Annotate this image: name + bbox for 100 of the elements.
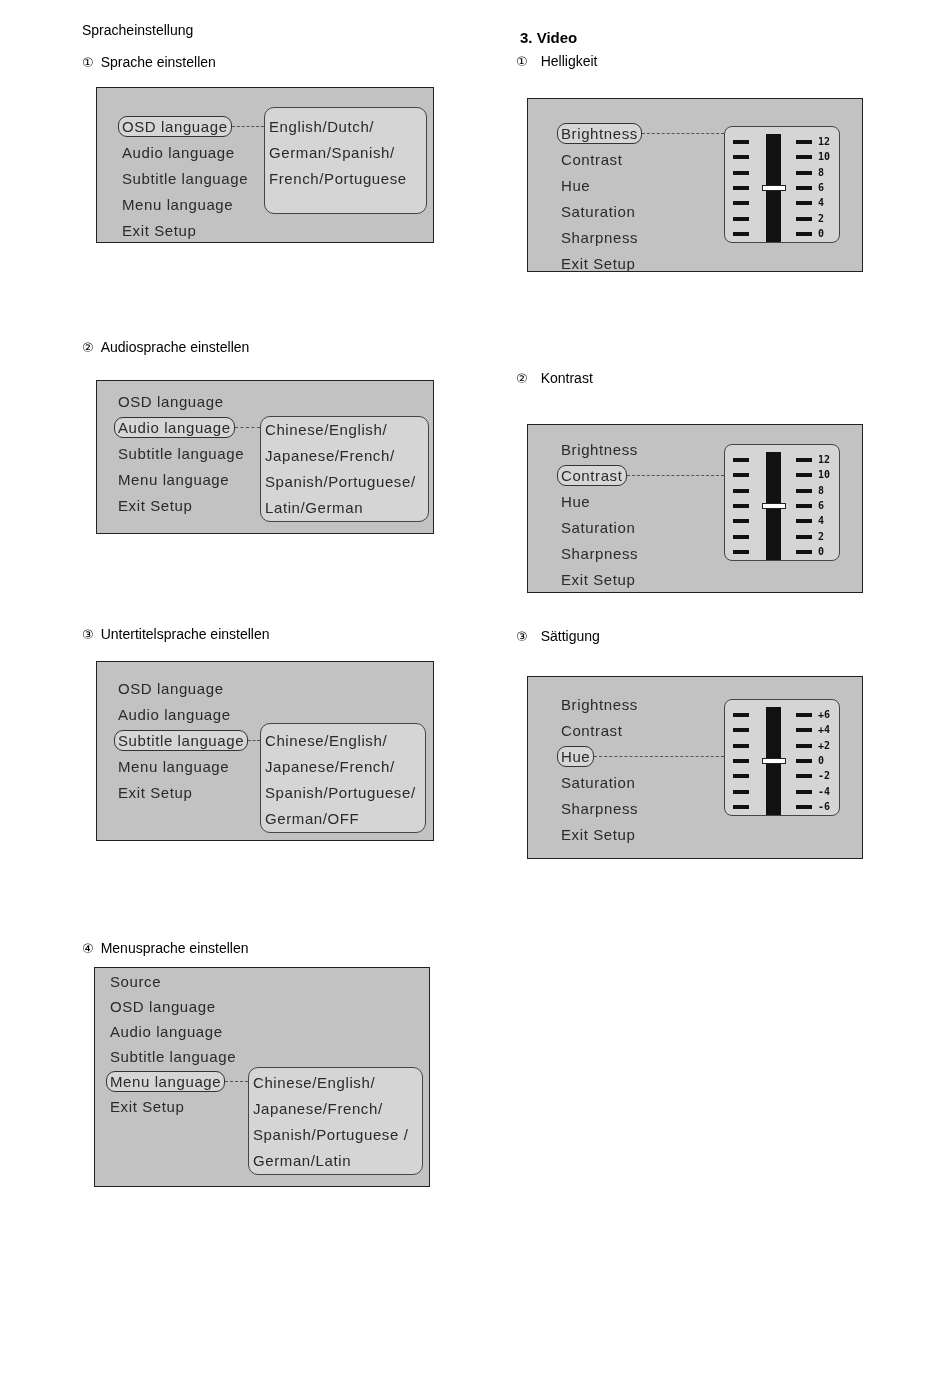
tick-mark [733, 774, 749, 779]
menu-item[interactable]: OSD language [118, 115, 232, 137]
scale-label: 2 [818, 531, 825, 542]
tick-mark [796, 728, 812, 733]
menu-item[interactable]: Contrast [557, 719, 627, 741]
tick-mark [733, 201, 749, 206]
menu-item[interactable]: OSD language [106, 996, 220, 1017]
step-title: Sprache einstellen [100, 53, 216, 72]
scale-label: 0 [818, 229, 825, 240]
section-heading: 3. Video [520, 28, 578, 48]
slider-thumb[interactable] [762, 185, 786, 192]
option-text: Latin/German [265, 498, 364, 518]
option-text: Chinese/English/ [265, 731, 388, 751]
menu-item[interactable]: Menu language [118, 193, 238, 215]
menu-item[interactable]: Audio language [114, 703, 235, 725]
menu-item[interactable]: OSD language [114, 677, 228, 699]
tick-mark [733, 550, 749, 555]
scale-label: 8 [818, 167, 825, 178]
scale-label: -6 [818, 802, 831, 813]
scale-label: -4 [818, 786, 831, 797]
menu-item[interactable]: Saturation [557, 516, 640, 538]
menu-item[interactable]: OSD language [114, 390, 228, 412]
tick-mark [796, 519, 812, 524]
option-text: Chinese/English/ [265, 420, 388, 440]
menu-item[interactable]: Audio language [114, 416, 235, 438]
menu-item[interactable]: Exit Setup [114, 494, 197, 516]
menu-item[interactable]: Brightness [557, 122, 642, 144]
tick-mark [733, 457, 749, 462]
menu-item[interactable]: Contrast [557, 464, 627, 486]
slider-thumb[interactable] [762, 758, 786, 765]
scale-label: +2 [818, 740, 831, 751]
tick-mark [796, 758, 812, 763]
menu-item[interactable]: Subtitle language [114, 442, 249, 464]
slider-thumb[interactable] [762, 503, 786, 510]
menu-item[interactable]: Saturation [557, 771, 640, 793]
tick-mark [733, 155, 749, 160]
step-title: Sättigung [540, 627, 600, 646]
scale-label: 12 [818, 454, 831, 465]
tick-mark [796, 712, 812, 717]
step-title: Untertitelsprache einstellen [100, 625, 270, 644]
tick-mark [796, 457, 812, 462]
tick-mark [796, 170, 812, 175]
scale-label: 10 [818, 470, 831, 481]
menu-item[interactable]: Subtitle language [106, 1046, 241, 1067]
menu-item[interactable]: Contrast [557, 148, 627, 170]
menu-item[interactable]: Exit Setup [118, 219, 201, 241]
tick-mark [733, 232, 749, 237]
menu-item[interactable]: Exit Setup [557, 568, 640, 590]
tick-mark [733, 139, 749, 144]
option-text: Japanese/French/ [265, 446, 395, 466]
menu-item[interactable]: Menu language [106, 1071, 226, 1092]
menu-item[interactable]: Saturation [557, 200, 640, 222]
menu-item[interactable]: Brightness [557, 438, 642, 460]
menu-item[interactable]: Menu language [114, 755, 234, 777]
scale-label: 10 [818, 152, 831, 163]
menu-item[interactable]: Subtitle language [118, 167, 253, 189]
section-heading: Spracheinstellung [82, 21, 194, 40]
tick-mark [733, 519, 749, 524]
circled-number: ① [516, 54, 528, 68]
tick-mark [733, 185, 749, 190]
menu-item[interactable]: Hue [557, 174, 595, 196]
tick-mark [796, 805, 812, 810]
menu-item[interactable]: Exit Setup [557, 823, 640, 845]
menu-item[interactable]: Sharpness [557, 542, 643, 564]
tick-mark [733, 758, 749, 763]
menu-item[interactable]: Menu language [114, 468, 234, 490]
option-text: German/Latin [253, 1151, 352, 1171]
tick-mark [796, 550, 812, 555]
menu-item[interactable]: Source [106, 971, 166, 992]
menu-item[interactable]: Exit Setup [106, 1096, 189, 1117]
tick-mark [796, 534, 812, 539]
step-title: Audiosprache einstellen [100, 338, 250, 357]
menu-item[interactable]: Hue [557, 745, 595, 767]
menu-item[interactable]: Brightness [557, 693, 642, 715]
tick-mark [796, 216, 812, 221]
tick-mark [796, 488, 812, 493]
tick-mark [733, 534, 749, 539]
tick-mark [733, 728, 749, 733]
circled-number: ④ [82, 941, 94, 955]
scale-label: 0 [818, 547, 825, 558]
menu-item[interactable]: Audio language [106, 1021, 227, 1042]
circled-number: ② [516, 371, 528, 385]
menu-item[interactable]: Audio language [118, 141, 239, 163]
option-text: Spanish/Portuguese/ [265, 783, 416, 803]
menu-item[interactable]: Sharpness [557, 797, 643, 819]
circled-number: ② [82, 340, 94, 354]
menu-item[interactable]: Exit Setup [557, 252, 640, 274]
option-text: Japanese/French/ [265, 757, 395, 777]
option-text: Spanish/Portuguese/ [265, 472, 416, 492]
tick-mark [733, 170, 749, 175]
menu-item[interactable]: Subtitle language [114, 729, 249, 751]
option-text: English/Dutch/ [269, 117, 375, 137]
menu-item[interactable]: Exit Setup [114, 781, 197, 803]
menu-item[interactable]: Sharpness [557, 226, 643, 248]
scale-label: -2 [818, 771, 831, 782]
tick-mark [733, 503, 749, 508]
menu-item[interactable]: Hue [557, 490, 595, 512]
step-title: Menusprache einstellen [100, 939, 249, 958]
tick-mark [796, 185, 812, 190]
scale-label: 8 [818, 485, 825, 496]
